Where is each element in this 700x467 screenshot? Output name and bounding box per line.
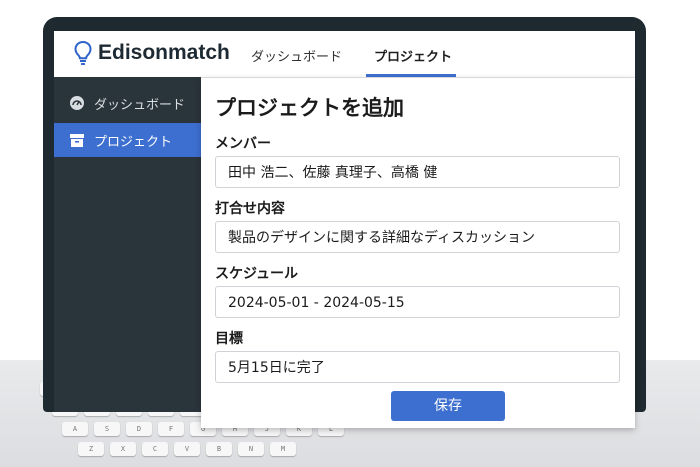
sidebar: ダッシュボード プロジェクト bbox=[54, 77, 201, 412]
tab-dashboard[interactable]: ダッシュボード bbox=[251, 46, 342, 65]
sidebar-item-label: ダッシュボード bbox=[94, 97, 186, 113]
goal-input[interactable]: 5月15日に完了 bbox=[215, 351, 620, 383]
key: N bbox=[238, 442, 264, 456]
key: C bbox=[142, 442, 168, 456]
meeting-content-input[interactable]: 製品のデザインに関する詳細なディスカッション bbox=[215, 221, 620, 253]
sidebar-item-label: プロジェクト bbox=[94, 134, 173, 150]
app-logo[interactable]: Edisonmatch bbox=[74, 40, 230, 66]
app-name: Edisonmatch bbox=[98, 41, 230, 64]
page-title: プロジェクトを追加 bbox=[215, 96, 404, 120]
top-navigation-bar: Edisonmatch ダッシュボード プロジェクト bbox=[54, 31, 635, 78]
schedule-input[interactable]: 2024-05-01 - 2024-05-15 bbox=[215, 286, 620, 318]
meeting-content-label: 打合せ内容 bbox=[215, 201, 285, 217]
members-label: メンバー bbox=[215, 136, 271, 152]
sidebar-item-dashboard[interactable]: ダッシュボード bbox=[54, 86, 201, 120]
save-button[interactable]: 保存 bbox=[391, 391, 505, 421]
goal-label: 目標 bbox=[215, 331, 243, 347]
key: S bbox=[94, 422, 120, 436]
lightbulb-icon bbox=[74, 40, 92, 65]
key: D bbox=[126, 422, 152, 436]
dashboard-icon bbox=[69, 95, 85, 111]
keyboard-row-bottom: Z X C V B N M bbox=[78, 442, 296, 456]
add-project-panel: プロジェクトを追加 メンバー 田中 浩二、佐藤 真理子、高橋 健 打合せ内容 製… bbox=[201, 78, 635, 428]
project-icon bbox=[69, 132, 85, 148]
key: B bbox=[206, 442, 232, 456]
members-input[interactable]: 田中 浩二、佐藤 真理子、高橋 健 bbox=[215, 156, 620, 188]
active-tab-indicator bbox=[366, 74, 456, 77]
tab-projects[interactable]: プロジェクト bbox=[374, 46, 452, 65]
sidebar-item-projects[interactable]: プロジェクト bbox=[54, 123, 201, 157]
key: F bbox=[158, 422, 184, 436]
key: M bbox=[270, 442, 296, 456]
key: V bbox=[174, 442, 200, 456]
key: Z bbox=[78, 442, 104, 456]
key: A bbox=[62, 422, 88, 436]
key: X bbox=[110, 442, 136, 456]
schedule-label: スケジュール bbox=[215, 266, 299, 282]
